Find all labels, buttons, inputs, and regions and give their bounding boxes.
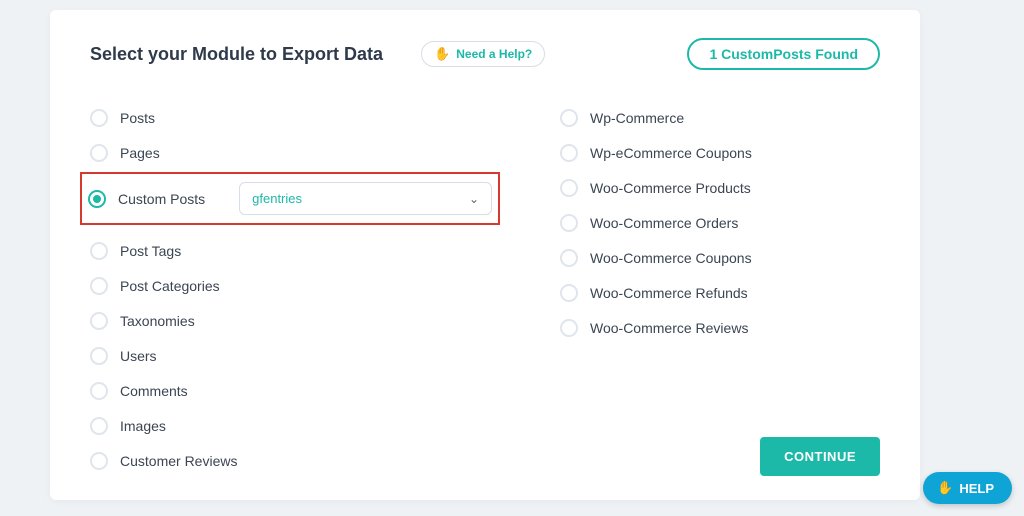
module-option-label: Custom Posts	[118, 191, 205, 207]
module-option-post-categories[interactable]: Post Categories	[90, 268, 500, 303]
help-fab-label: HELP	[959, 481, 994, 496]
module-option-wp-ecommerce-coupons[interactable]: Wp-eCommerce Coupons	[560, 135, 880, 170]
module-option-label: Wp-eCommerce Coupons	[590, 145, 752, 161]
module-option-pages[interactable]: Pages	[90, 135, 500, 170]
module-option-label: Comments	[120, 383, 188, 399]
radio-icon	[90, 144, 108, 162]
module-option-label: Post Categories	[120, 278, 220, 294]
export-card: Select your Module to Export Data ✋ Need…	[50, 10, 920, 500]
continue-button[interactable]: CONTINUE	[760, 437, 880, 476]
radio-icon	[90, 242, 108, 260]
module-option-label: Images	[120, 418, 166, 434]
module-option-label: Posts	[120, 110, 155, 126]
dropdown-value: gfentries	[252, 191, 302, 206]
module-option-users[interactable]: Users	[90, 338, 500, 373]
right-column: Wp-Commerce Wp-eCommerce Coupons Woo-Comme…	[560, 100, 880, 478]
module-option-label: Woo-Commerce Coupons	[590, 250, 752, 266]
radio-icon	[560, 179, 578, 197]
module-option-label: Woo-Commerce Refunds	[590, 285, 748, 301]
module-option-images[interactable]: Images	[90, 408, 500, 443]
module-option-label: Wp-Commerce	[590, 110, 684, 126]
hand-icon: ✋	[434, 46, 450, 62]
module-option-comments[interactable]: Comments	[90, 373, 500, 408]
radio-icon	[90, 312, 108, 330]
module-option-woo-commerce-orders[interactable]: Woo-Commerce Orders	[560, 205, 880, 240]
module-option-label: Customer Reviews	[120, 453, 237, 469]
hand-icon: ✋	[937, 480, 953, 496]
radio-icon	[560, 214, 578, 232]
custom-posts-dropdown[interactable]: gfentries ⌄	[239, 182, 492, 215]
card-header: Select your Module to Export Data ✋ Need…	[90, 38, 880, 70]
radio-icon	[90, 417, 108, 435]
help-fab-button[interactable]: ✋ HELP	[923, 472, 1012, 504]
module-option-label: Users	[120, 348, 157, 364]
module-option-woo-commerce-products[interactable]: Woo-Commerce Products	[560, 170, 880, 205]
radio-icon	[560, 284, 578, 302]
page-title: Select your Module to Export Data	[90, 44, 383, 65]
module-option-customer-reviews[interactable]: Customer Reviews	[90, 443, 500, 478]
radio-icon	[560, 144, 578, 162]
radio-icon	[90, 452, 108, 470]
highlighted-module-custom-posts: Custom Posts gfentries ⌄	[80, 172, 500, 225]
radio-icon	[90, 109, 108, 127]
module-option-woo-commerce-coupons[interactable]: Woo-Commerce Coupons	[560, 240, 880, 275]
module-columns: Posts Pages Custom Posts gfentries ⌄ Post Tag…	[90, 100, 880, 478]
chevron-down-icon: ⌄	[469, 192, 479, 206]
module-option-wp-commerce[interactable]: Wp-Commerce	[560, 100, 880, 135]
module-option-label: Woo-Commerce Reviews	[590, 320, 748, 336]
radio-icon	[88, 190, 106, 208]
module-option-label: Pages	[120, 145, 160, 161]
module-option-label: Woo-Commerce Products	[590, 180, 751, 196]
module-option-posts[interactable]: Posts	[90, 100, 500, 135]
module-option-label: Taxonomies	[120, 313, 195, 329]
module-option-label: Woo-Commerce Orders	[590, 215, 738, 231]
need-help-button[interactable]: ✋ Need a Help?	[421, 41, 545, 67]
radio-icon	[90, 382, 108, 400]
left-column: Posts Pages Custom Posts gfentries ⌄ Post Tag…	[90, 100, 500, 478]
radio-icon	[560, 319, 578, 337]
radio-icon	[90, 347, 108, 365]
radio-icon	[560, 249, 578, 267]
need-help-label: Need a Help?	[456, 47, 532, 61]
module-option-woo-commerce-reviews[interactable]: Woo-Commerce Reviews	[560, 310, 880, 345]
radio-icon	[560, 109, 578, 127]
radio-icon	[90, 277, 108, 295]
module-option-woo-commerce-refunds[interactable]: Woo-Commerce Refunds	[560, 275, 880, 310]
module-option-label: Post Tags	[120, 243, 181, 259]
module-option-taxonomies[interactable]: Taxonomies	[90, 303, 500, 338]
module-option-post-tags[interactable]: Post Tags	[90, 233, 500, 268]
found-count-badge: 1 CustomPosts Found	[687, 38, 880, 70]
module-option-custom-posts[interactable]: Custom Posts	[88, 190, 205, 208]
